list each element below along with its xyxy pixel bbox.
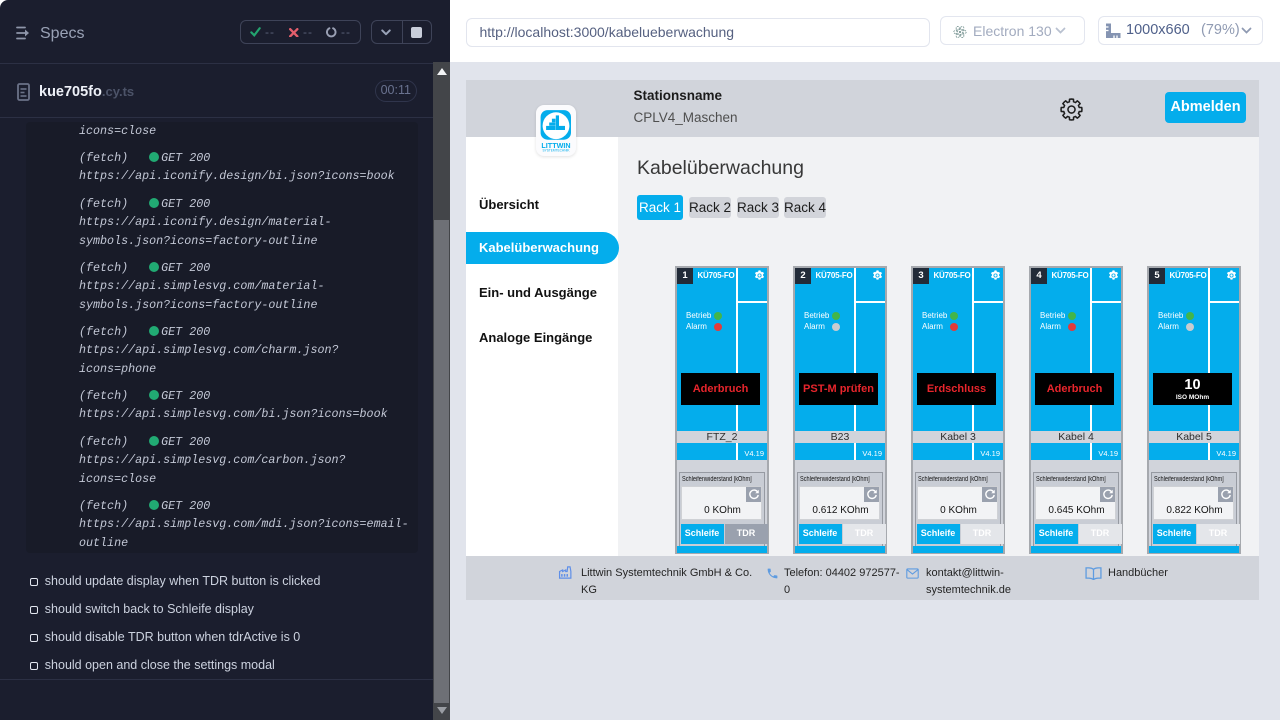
svg-text:SYSTEMTECHNIK: SYSTEMTECHNIK bbox=[542, 149, 570, 153]
